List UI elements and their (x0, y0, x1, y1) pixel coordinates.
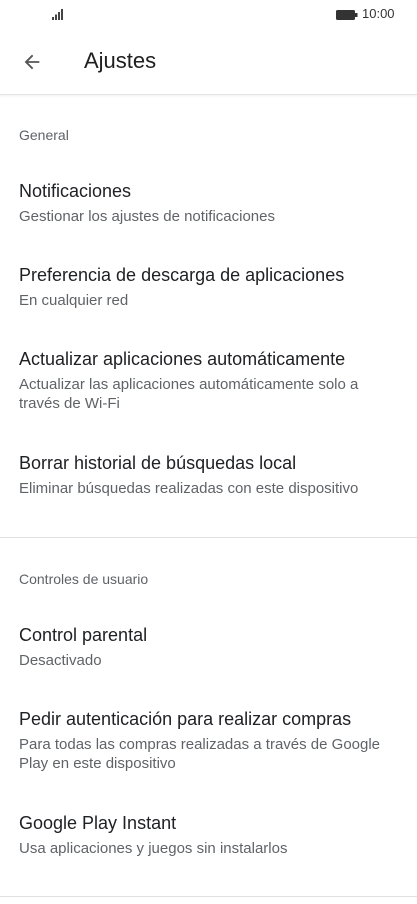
settings-item-auto-update[interactable]: Actualizar aplicaciones automáticamente … (0, 349, 417, 419)
item-title: Google Play Instant (19, 813, 177, 833)
clock: 10:00 (362, 6, 395, 21)
item-subtitle: Gestionar los ajustes de notificaciones (19, 208, 275, 225)
item-title: Pedir autenticación para realizar compra… (19, 709, 352, 729)
section-divider (0, 537, 417, 538)
settings-item-clear-history[interactable]: Borrar historial de búsquedas local Elim… (0, 453, 417, 505)
item-title: Notificaciones (19, 181, 132, 201)
page-title: Ajustes (84, 48, 157, 73)
item-title: Control parental (19, 625, 148, 645)
item-subtitle: Usa aplicaciones y juegos sin instalarlo… (19, 840, 288, 857)
settings-item-parental-control[interactable]: Control parental Desactivado (0, 625, 417, 677)
app-bar: Ajustes (0, 30, 417, 95)
signal-icon (52, 9, 63, 20)
settings-item-google-play-instant[interactable]: Google Play Instant Usa aplicaciones y j… (0, 813, 417, 865)
item-subtitle: Desactivado (19, 652, 102, 669)
settings-item-download-preference[interactable]: Preferencia de descarga de aplicaciones … (0, 265, 417, 317)
item-title: Actualizar aplicaciones automáticamente (19, 349, 346, 369)
item-subtitle: Eliminar búsquedas realizadas con este d… (19, 480, 359, 497)
item-title: Preferencia de descarga de aplicaciones (19, 265, 345, 285)
battery-icon (336, 10, 358, 20)
section-header-general: General (19, 127, 69, 143)
item-subtitle: Actualizar las aplicaciones automáticame… (19, 376, 359, 412)
section-divider (0, 896, 417, 897)
section-header-user-controls: Controles de usuario (19, 571, 149, 587)
arrow-left-icon (24, 54, 40, 70)
item-subtitle: En cualquier red (19, 292, 129, 309)
item-title: Borrar historial de búsquedas local (19, 453, 297, 473)
settings-item-notifications[interactable]: Notificaciones Gestionar los ajustes de … (0, 181, 417, 233)
settings-item-purchase-authentication[interactable]: Pedir autenticación para realizar compra… (0, 709, 417, 779)
status-bar: 10:00 (0, 0, 417, 30)
back-button[interactable] (14, 44, 50, 80)
item-subtitle: Para todas las compras realizadas a trav… (19, 736, 381, 772)
